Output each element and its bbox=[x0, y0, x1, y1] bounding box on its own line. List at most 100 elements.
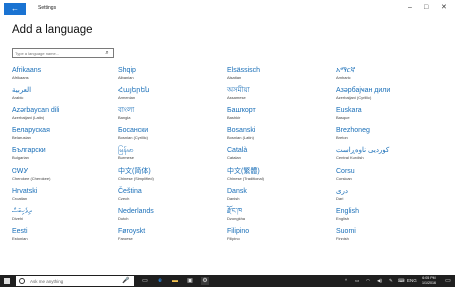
language-english-name: Cherokee (Cherokee) bbox=[12, 176, 51, 181]
file-explorer-icon[interactable]: ▬ bbox=[171, 277, 179, 285]
page-title: Add a language bbox=[12, 24, 93, 36]
taskbar-search-box[interactable]: Ask me anything bbox=[16, 276, 134, 286]
language-item[interactable]: Brezhoneg Breton bbox=[336, 126, 444, 146]
language-item[interactable]: Català Catalan bbox=[227, 146, 335, 166]
language-item[interactable]: Nederlands Dutch bbox=[118, 207, 226, 227]
language-english-name: Bangla bbox=[118, 115, 131, 120]
language-item[interactable]: አማርኛ Amharic bbox=[336, 66, 444, 86]
language-english-name: Dari bbox=[336, 196, 344, 201]
language-item[interactable]: Afrikaans Afrikaans bbox=[12, 66, 120, 86]
language-item[interactable]: 中文(简体) Chinese (Simplified) bbox=[118, 167, 226, 187]
clock[interactable]: 6:05 PM 1/1/2016 bbox=[418, 276, 440, 286]
language-english-name: Breton bbox=[336, 135, 348, 140]
task-view-icon[interactable]: ▭ bbox=[141, 277, 149, 285]
language-item[interactable]: Азәрбајҹан дили Azerbaijani (Cyrillic) bbox=[336, 86, 444, 106]
language-native-name: Euskara bbox=[336, 107, 362, 114]
language-english-name: Chinese (Traditional) bbox=[227, 176, 264, 181]
language-item[interactable]: Eesti Estonian bbox=[12, 227, 120, 247]
language-native-name: Հայերեն bbox=[118, 87, 150, 94]
input-language[interactable]: ENG bbox=[407, 278, 417, 284]
language-item[interactable]: Azərbaycan dili Azerbaijani (Latin) bbox=[12, 106, 120, 126]
language-native-name: ދިވެހިބަސް bbox=[12, 208, 32, 215]
language-item[interactable]: Suomi Finnish bbox=[336, 227, 444, 247]
title-bar: ← Settings – □ ✕ bbox=[0, 0, 455, 18]
language-item[interactable]: العربية Arabic bbox=[12, 86, 120, 106]
language-english-name: Burmese bbox=[118, 155, 135, 160]
language-native-name: বাংলা bbox=[118, 107, 135, 114]
store-icon[interactable]: ▣ bbox=[186, 277, 194, 285]
language-item[interactable]: English English bbox=[336, 207, 444, 227]
language-item[interactable]: Euskara Basque bbox=[336, 106, 444, 126]
language-english-name: Catalan bbox=[227, 155, 241, 160]
language-item[interactable]: Hrvatski Croatian bbox=[12, 187, 120, 207]
close-button[interactable]: ✕ bbox=[441, 4, 447, 12]
language-item[interactable]: Беларуская Belarusian bbox=[12, 126, 120, 146]
pen-icon[interactable]: ✎ bbox=[389, 278, 393, 284]
language-item[interactable]: Čeština Czech bbox=[118, 187, 226, 207]
language-item[interactable]: বাংলা Bangla bbox=[118, 106, 226, 126]
language-item[interactable]: Dansk Danish bbox=[227, 187, 335, 207]
keyboard-icon[interactable]: ⌨ bbox=[398, 278, 405, 284]
language-item[interactable]: کوردیی ناوەڕاست Central Kurdish bbox=[336, 146, 444, 166]
language-native-name: Brezhoneg bbox=[336, 127, 370, 134]
language-item[interactable]: မြန်မာ Burmese bbox=[118, 146, 226, 166]
microphone-icon[interactable]: 🎤 bbox=[122, 277, 130, 285]
language-native-name: Български bbox=[12, 147, 46, 154]
back-button[interactable]: ← bbox=[4, 3, 26, 15]
language-item[interactable]: Босански Bosnian (Cyrillic) bbox=[118, 126, 226, 146]
language-item[interactable]: Føroyskt Faroese bbox=[118, 227, 226, 247]
language-english-name: Filipino bbox=[227, 236, 240, 241]
search-icon[interactable]: ⌕ bbox=[103, 49, 111, 57]
language-item[interactable]: ᏣᎳᎩ Cherokee (Cherokee) bbox=[12, 167, 120, 187]
start-button[interactable] bbox=[4, 278, 10, 284]
language-item[interactable]: Elsässisch Alsatian bbox=[227, 66, 335, 86]
language-english-name: Corsican bbox=[336, 176, 352, 181]
language-item[interactable]: Bosanski Bosnian (Latin) bbox=[227, 126, 335, 146]
language-item[interactable]: دری Dari bbox=[336, 187, 444, 207]
language-native-name: دری bbox=[336, 188, 348, 195]
network-icon[interactable]: ▭ bbox=[355, 278, 359, 284]
app-title: Settings bbox=[38, 5, 57, 11]
language-english-name: Central Kurdish bbox=[336, 155, 364, 160]
volume-icon[interactable]: ◀) bbox=[377, 278, 382, 284]
language-english-name: Azerbaijani (Latin) bbox=[12, 115, 45, 120]
language-native-name: Corsu bbox=[336, 168, 355, 175]
clock-date: 1/1/2016 bbox=[422, 281, 436, 285]
edge-icon[interactable]: e bbox=[156, 277, 164, 285]
language-item[interactable]: অসমীয়া Assamese bbox=[227, 86, 335, 106]
settings-icon[interactable]: ⚙ bbox=[201, 277, 209, 285]
language-native-name: ᏣᎳᎩ bbox=[12, 168, 29, 175]
language-item[interactable]: 中文(繁體) Chinese (Traditional) bbox=[227, 167, 335, 187]
language-search-box[interactable]: ⌕ bbox=[12, 48, 114, 58]
language-native-name: Hrvatski bbox=[12, 188, 38, 195]
language-english-name: Divehi bbox=[12, 216, 24, 221]
language-item[interactable]: རྫོང་ཁ Dzongkha bbox=[227, 207, 335, 227]
language-native-name: Азәрбајҹан дили bbox=[336, 87, 391, 94]
language-english-name: Armenian bbox=[118, 95, 136, 100]
action-center-icon[interactable]: ▭ bbox=[444, 277, 452, 285]
language-native-name: Føroyskt bbox=[118, 228, 146, 235]
language-search-input[interactable] bbox=[15, 49, 103, 57]
language-item[interactable]: Български Bulgarian bbox=[12, 146, 120, 166]
language-item[interactable]: Shqip Albanian bbox=[118, 66, 226, 86]
language-native-name: অসমীয়া bbox=[227, 87, 250, 94]
language-english-name: Bosnian (Latin) bbox=[227, 135, 254, 140]
language-native-name: རྫོང་ཁ bbox=[227, 208, 243, 215]
language-item[interactable]: Հայերեն Armenian bbox=[118, 86, 226, 106]
language-item[interactable]: Corsu Corsican bbox=[336, 167, 444, 187]
show-hidden-icons-icon[interactable]: ^ bbox=[345, 278, 347, 284]
language-native-name: Eesti bbox=[12, 228, 28, 235]
language-english-name: Assamese bbox=[227, 95, 246, 100]
language-native-name: کوردیی ناوەڕاست bbox=[336, 147, 390, 154]
language-native-name: Башҡорт bbox=[227, 107, 256, 114]
language-item[interactable]: Filipino Filipino bbox=[227, 227, 335, 247]
maximize-button[interactable]: □ bbox=[424, 4, 428, 12]
language-native-name: العربية bbox=[12, 87, 32, 94]
language-english-name: Bosnian (Cyrillic) bbox=[118, 135, 149, 140]
language-item[interactable]: ދިވެހިބަސް Divehi bbox=[12, 207, 120, 227]
language-native-name: 中文(简体) bbox=[118, 168, 151, 175]
minimize-button[interactable]: – bbox=[408, 4, 412, 12]
language-item[interactable]: Башҡорт Bashkir bbox=[227, 106, 335, 126]
wifi-icon[interactable]: ◠ bbox=[366, 278, 370, 284]
language-english-name: Croatian bbox=[12, 196, 28, 201]
